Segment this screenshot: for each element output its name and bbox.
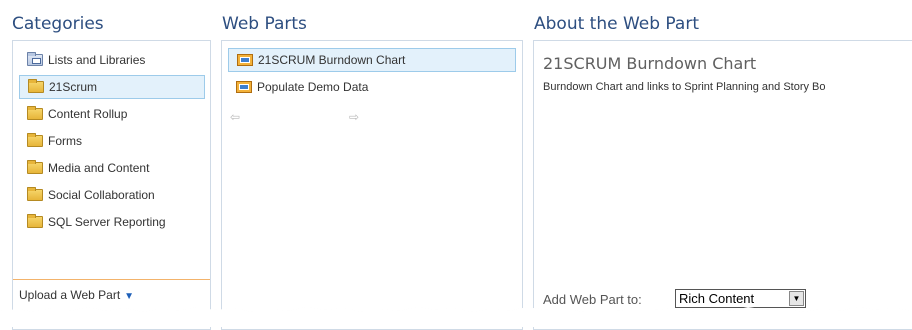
library-folder-icon — [27, 52, 43, 66]
category-label: SQL Server Reporting — [48, 215, 166, 229]
folder-icon — [27, 214, 43, 228]
category-media-and-content[interactable]: Media and Content — [19, 156, 205, 180]
category-label: Social Collaboration — [48, 188, 155, 202]
category-lists-and-libraries[interactable]: Lists and Libraries — [19, 48, 205, 72]
about-panel: 21SCRUM Burndown Chart Burndown Chart an… — [533, 40, 912, 330]
about-title-heading: About the Web Part — [534, 14, 699, 34]
category-label: Content Rollup — [48, 107, 128, 121]
category-label: Lists and Libraries — [48, 53, 146, 67]
categories-title: Categories — [12, 14, 104, 34]
category-21scrum[interactable]: 21Scrum — [19, 75, 205, 99]
folder-icon — [27, 160, 43, 174]
web-parts-title: Web Parts — [222, 14, 307, 34]
web-part-label: Populate Demo Data — [257, 80, 369, 94]
category-social-collaboration[interactable]: Social Collaboration — [19, 183, 205, 207]
web-parts-panel: 21SCRUM Burndown Chart Populate Demo Dat… — [221, 40, 523, 330]
folder-icon — [27, 187, 43, 201]
categories-panel: Lists and Libraries 21Scrum Content Roll… — [12, 40, 211, 330]
category-label: Media and Content — [48, 161, 150, 175]
web-part-label: 21SCRUM Burndown Chart — [258, 53, 406, 67]
category-content-rollup[interactable]: Content Rollup — [19, 102, 205, 126]
web-part-description: Burndown Chart and links to Sprint Plann… — [543, 81, 826, 93]
category-sql-server-reporting[interactable]: SQL Server Reporting — [19, 210, 205, 234]
right-arrow-icon[interactable]: ⇨ — [349, 110, 359, 124]
left-arrow-icon[interactable]: ⇦ — [230, 110, 240, 124]
torn-paper-edge — [0, 307, 912, 327]
category-label: 21Scrum — [49, 80, 98, 94]
web-part-icon — [237, 54, 253, 66]
category-forms[interactable]: Forms — [19, 129, 205, 153]
category-label: Forms — [48, 134, 82, 148]
web-part-title: 21SCRUM Burndown Chart — [543, 54, 757, 73]
web-part-icon — [236, 81, 252, 93]
folder-icon — [27, 133, 43, 147]
web-part-populate-demo-data[interactable]: Populate Demo Data — [228, 75, 516, 99]
folder-icon — [27, 106, 43, 120]
web-part-burndown-chart[interactable]: 21SCRUM Burndown Chart — [228, 48, 516, 72]
upload-separator — [13, 279, 210, 280]
folder-icon — [28, 79, 44, 93]
